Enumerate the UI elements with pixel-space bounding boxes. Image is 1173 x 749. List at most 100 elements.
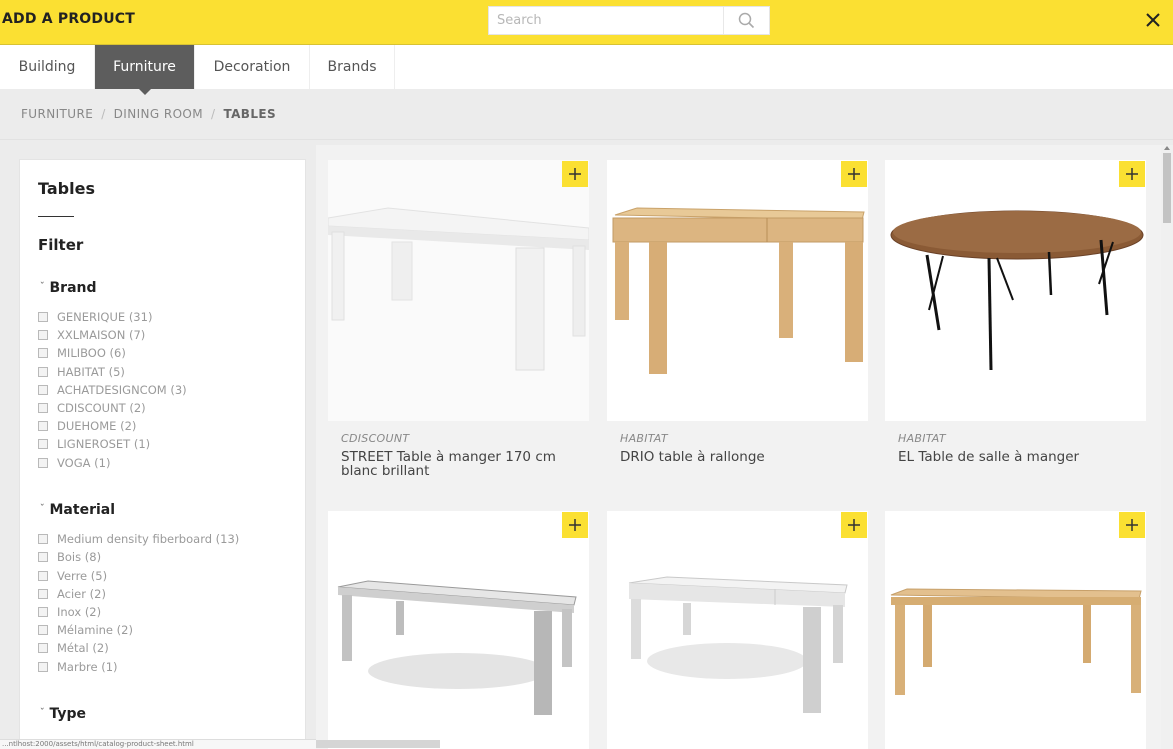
product-name[interactable]: EL Table de salle à manger bbox=[898, 450, 1138, 464]
breadcrumb-separator: / bbox=[211, 107, 216, 121]
grey-steel-table-image bbox=[328, 511, 589, 749]
filter-option[interactable]: MILIBOO (6) bbox=[38, 344, 126, 362]
filter-option-label: CDISCOUNT (2) bbox=[57, 401, 146, 415]
product-card[interactable] bbox=[607, 511, 868, 749]
scroll-thumb[interactable] bbox=[1163, 153, 1171, 223]
add-product-button[interactable] bbox=[1119, 161, 1145, 187]
product-image bbox=[607, 160, 868, 421]
white-lacquer-table-image bbox=[328, 160, 589, 421]
filter-option[interactable]: XXLMAISON (7) bbox=[38, 326, 145, 344]
checkbox[interactable] bbox=[38, 385, 48, 395]
chevron-down-icon: ˇ bbox=[40, 504, 45, 514]
add-product-button[interactable] bbox=[841, 161, 867, 187]
walnut-oval-table-image bbox=[885, 160, 1146, 421]
filter-option[interactable]: ACHATDESIGNCOM (3) bbox=[38, 381, 187, 399]
filter-option[interactable]: VOGA (1) bbox=[38, 454, 110, 472]
close-button[interactable] bbox=[1143, 10, 1163, 30]
product-image bbox=[885, 511, 1146, 749]
checkbox[interactable] bbox=[38, 643, 48, 653]
filter-option[interactable]: Bois (8) bbox=[38, 548, 101, 566]
checkbox[interactable] bbox=[38, 330, 48, 340]
tab-decoration[interactable]: Decoration bbox=[195, 45, 310, 89]
product-brand: HABITAT bbox=[620, 432, 668, 445]
close-icon bbox=[1146, 13, 1160, 27]
vertical-scrollbar[interactable] bbox=[1161, 145, 1173, 749]
checkbox[interactable] bbox=[38, 403, 48, 413]
add-product-button[interactable] bbox=[562, 161, 588, 187]
checkbox[interactable] bbox=[38, 625, 48, 635]
checkbox[interactable] bbox=[38, 421, 48, 431]
checkbox[interactable] bbox=[38, 439, 48, 449]
search-box bbox=[488, 6, 770, 35]
product-grid: CDISCOUNT STREET Table à manger 170 cm b… bbox=[316, 145, 1161, 749]
plus-icon bbox=[848, 168, 860, 180]
checkbox[interactable] bbox=[38, 367, 48, 377]
plus-icon bbox=[1126, 519, 1138, 531]
product-image bbox=[328, 160, 589, 421]
product-image bbox=[607, 511, 868, 749]
light-oak-table-image bbox=[885, 511, 1146, 749]
product-card[interactable]: CDISCOUNT STREET Table à manger 170 cm b… bbox=[328, 160, 589, 490]
category-tabs: Building Furniture Decoration Brands bbox=[0, 45, 1173, 95]
add-product-button[interactable] bbox=[841, 512, 867, 538]
filter-option-label: GENERIQUE (31) bbox=[57, 310, 153, 324]
product-image bbox=[328, 511, 589, 749]
add-product-button[interactable] bbox=[562, 512, 588, 538]
chevron-down-icon: ˇ bbox=[40, 282, 45, 292]
sidebar-rule bbox=[38, 216, 74, 217]
filter-group-label: Material bbox=[49, 502, 116, 518]
filter-option[interactable]: GENERIQUE (31) bbox=[38, 308, 152, 326]
filter-option[interactable]: Verre (5) bbox=[38, 567, 107, 585]
filter-group-material[interactable]: ˇ Material bbox=[40, 502, 115, 518]
checkbox[interactable] bbox=[38, 589, 48, 599]
checkbox[interactable] bbox=[38, 458, 48, 468]
breadcrumb-furniture[interactable]: FURNITURE bbox=[21, 107, 93, 121]
checkbox[interactable] bbox=[38, 312, 48, 322]
status-url: ...ntlhost:2000/assets/html/catalog-prod… bbox=[0, 739, 316, 749]
horizontal-scrollbar[interactable] bbox=[316, 740, 440, 748]
filter-option-label: Mélamine (2) bbox=[57, 623, 133, 637]
filter-option[interactable]: DUEHOME (2) bbox=[38, 417, 136, 435]
checkbox[interactable] bbox=[38, 571, 48, 581]
filter-option[interactable]: CDISCOUNT (2) bbox=[38, 399, 146, 417]
filter-option[interactable]: Métal (2) bbox=[38, 639, 109, 657]
filter-option[interactable]: Acier (2) bbox=[38, 585, 106, 603]
product-name[interactable]: STREET Table à manger 170 cm blanc brill… bbox=[341, 450, 581, 478]
checkbox[interactable] bbox=[38, 348, 48, 358]
checkbox[interactable] bbox=[38, 607, 48, 617]
plus-icon bbox=[569, 168, 581, 180]
filter-option-label: Métal (2) bbox=[57, 641, 109, 655]
product-card[interactable] bbox=[885, 511, 1146, 749]
checkbox[interactable] bbox=[38, 662, 48, 672]
product-card[interactable] bbox=[328, 511, 589, 749]
add-product-button[interactable] bbox=[1119, 512, 1145, 538]
tab-building[interactable]: Building bbox=[0, 45, 95, 89]
product-card[interactable]: HABITAT EL Table de salle à manger bbox=[885, 160, 1146, 490]
filter-group-type[interactable]: ˇ Type bbox=[40, 706, 86, 722]
filter-option-label: MILIBOO (6) bbox=[57, 346, 126, 360]
checkbox[interactable] bbox=[38, 534, 48, 544]
filter-group-brand[interactable]: ˇ Brand bbox=[40, 280, 97, 296]
product-brand: HABITAT bbox=[898, 432, 946, 445]
filter-option[interactable]: HABITAT (5) bbox=[38, 363, 125, 381]
breadcrumb-dining-room[interactable]: DINING ROOM bbox=[114, 107, 203, 121]
filter-option[interactable]: Inox (2) bbox=[38, 603, 101, 621]
filter-option[interactable]: Mélamine (2) bbox=[38, 621, 133, 639]
divider bbox=[0, 139, 1173, 140]
filter-option[interactable]: Marbre (1) bbox=[38, 658, 118, 676]
search-input[interactable] bbox=[489, 7, 723, 34]
filter-option-label: DUEHOME (2) bbox=[57, 419, 137, 433]
filter-option[interactable]: Medium density fiberboard (13) bbox=[38, 530, 239, 548]
filter-heading: Filter bbox=[38, 236, 84, 254]
tab-brands[interactable]: Brands bbox=[310, 45, 395, 89]
checkbox[interactable] bbox=[38, 552, 48, 562]
search-button[interactable] bbox=[723, 7, 769, 34]
tab-furniture[interactable]: Furniture bbox=[95, 45, 195, 95]
top-bar: ADD A PRODUCT bbox=[0, 0, 1173, 45]
filter-option-label: XXLMAISON (7) bbox=[57, 328, 146, 342]
plus-icon bbox=[848, 519, 860, 531]
product-card[interactable]: HABITAT DRIO table à rallonge bbox=[607, 160, 868, 490]
product-name[interactable]: DRIO table à rallonge bbox=[620, 450, 860, 464]
filter-option[interactable]: LIGNEROSET (1) bbox=[38, 435, 150, 453]
scroll-up-icon[interactable] bbox=[1164, 146, 1170, 150]
